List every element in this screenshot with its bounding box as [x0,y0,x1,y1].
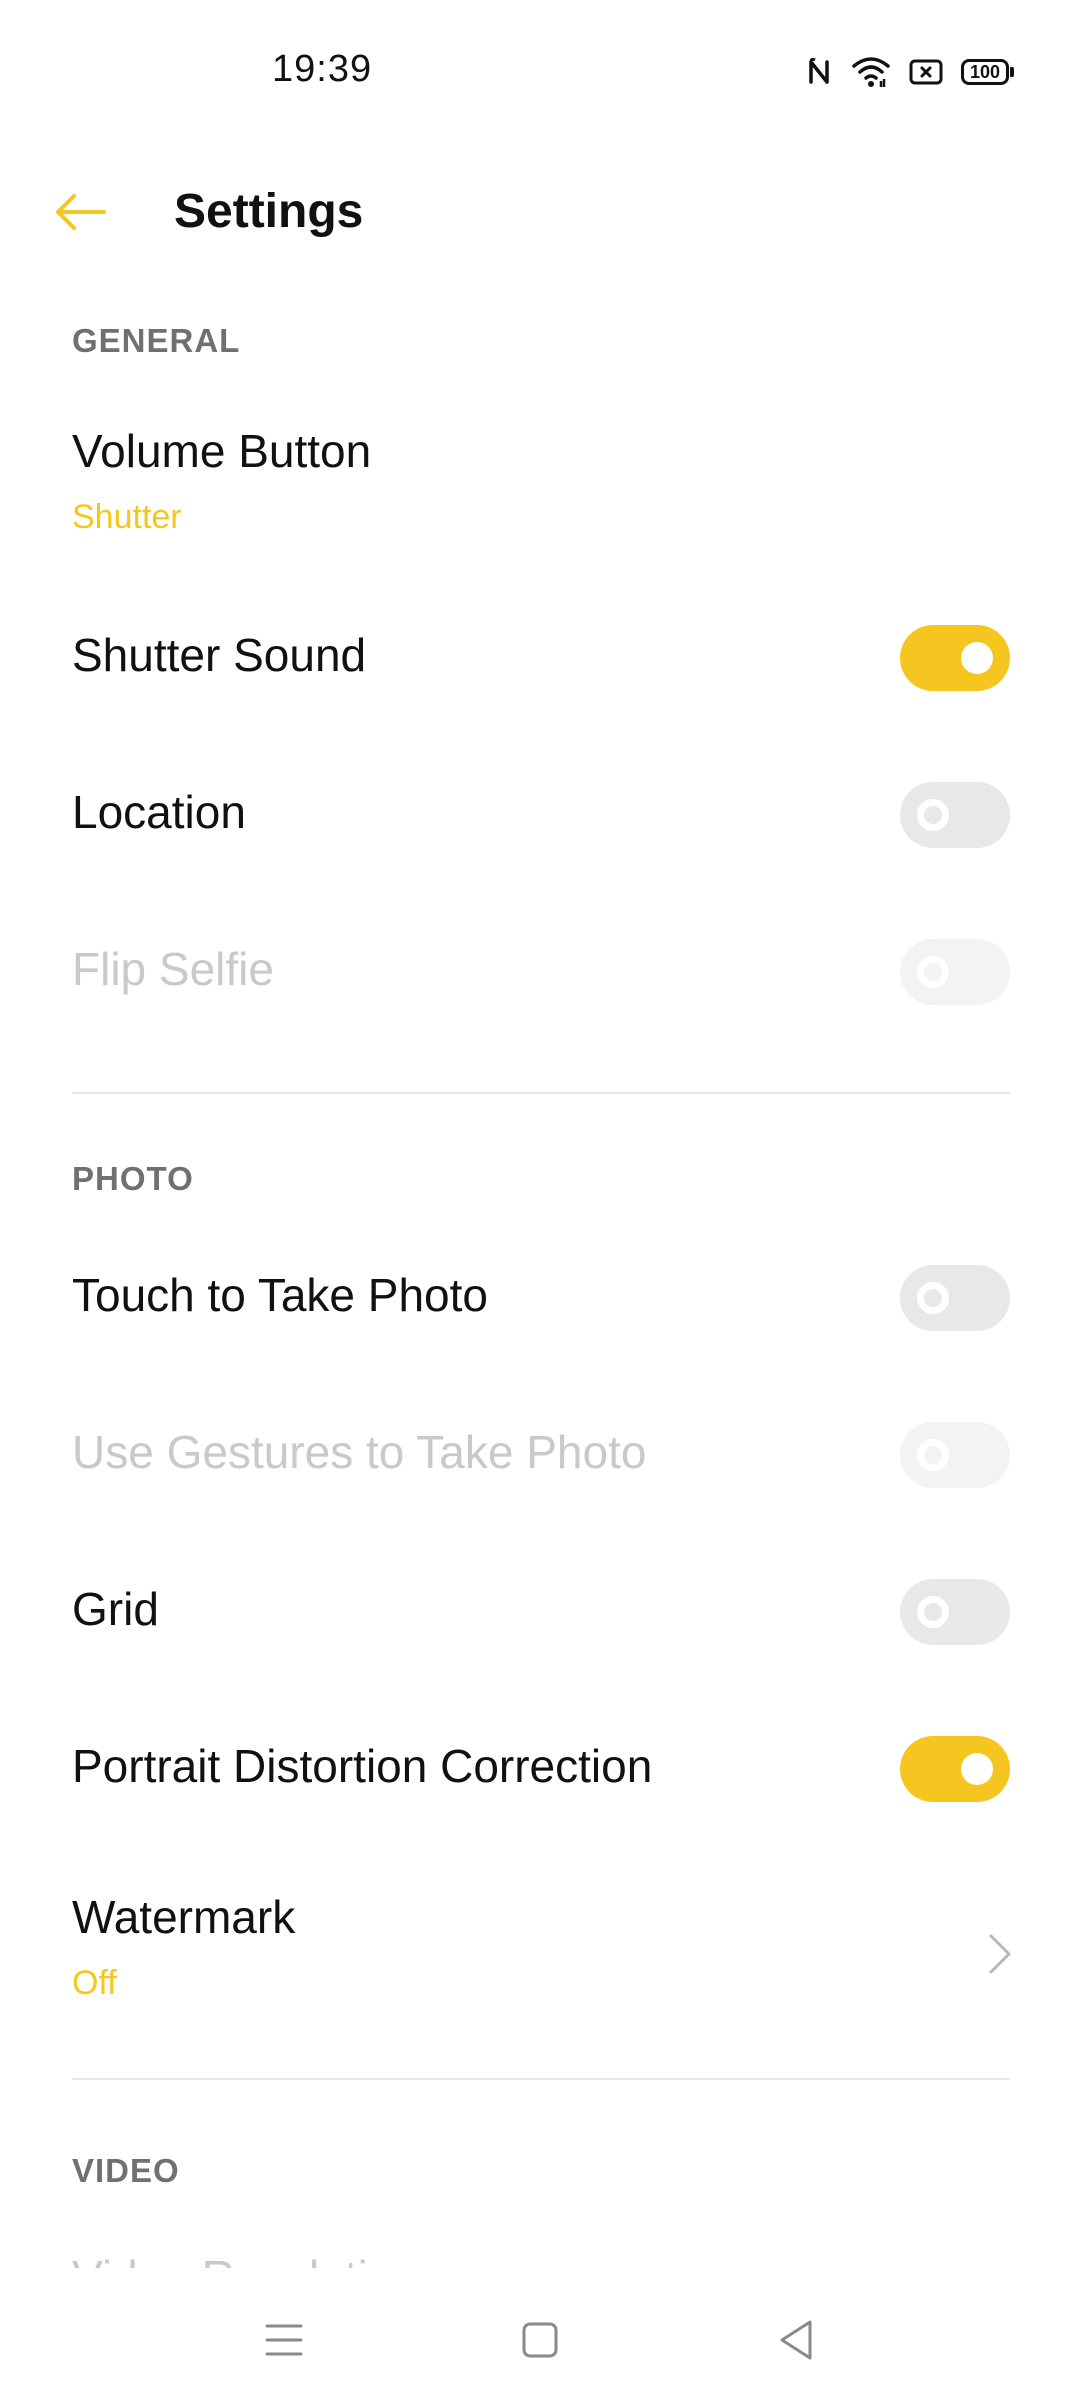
app-header: Settings [0,160,1080,264]
home-icon [522,2322,558,2358]
setting-title: Video Resolution [72,2250,672,2268]
setting-portrait-distortion-correction[interactable]: Portrait Distortion Correction [0,1721,1080,1821]
home-button[interactable] [500,2310,580,2370]
setting-watermark[interactable]: Watermark Off [0,1880,1080,2030]
setting-use-gestures: Use Gestures to Take Photo [0,1407,1080,1507]
setting-value: Off [72,1964,117,2002]
status-time: 19:39 [272,48,373,90]
chevron-right-icon [980,1924,1020,1984]
setting-grid[interactable]: Grid [0,1564,1080,1664]
setting-flip-selfie: Flip Selfie [0,924,1080,1024]
setting-title: Watermark [72,1891,296,1943]
arrow-left-icon [56,194,106,230]
setting-touch-to-take-photo[interactable]: Touch to Take Photo [0,1250,1080,1350]
touch-to-take-photo-toggle[interactable] [900,1265,1010,1331]
section-header-video: VIDEO [72,2152,180,2189]
setting-title: Location [72,786,246,838]
setting-title: Shutter Sound [72,629,367,681]
sim-error-icon [909,58,943,86]
portrait-distortion-toggle[interactable] [900,1736,1010,1802]
setting-title: Portrait Distortion Correction [72,1740,653,1792]
grid-toggle[interactable] [900,1579,1010,1645]
flip-selfie-toggle [900,939,1010,1005]
setting-shutter-sound[interactable]: Shutter Sound [0,610,1080,710]
setting-title: Use Gestures to Take Photo [72,1426,647,1478]
back-button[interactable] [52,182,132,242]
navigation-bar [0,2280,1080,2400]
section-header-general: GENERAL [72,322,241,359]
status-bar: 19:39 100 [0,0,1080,140]
menu-icon [265,2324,303,2356]
section-header-photo: PHOTO [72,1160,194,1197]
divider [72,1092,1010,1094]
back-triangle-icon [780,2320,812,2360]
nfc-icon [807,56,833,88]
battery-icon: 100 [961,59,1014,85]
back-nav-button[interactable] [756,2310,836,2370]
status-icons: 100 [807,52,1014,92]
recent-apps-button[interactable] [244,2310,324,2370]
page-title: Settings [174,185,364,238]
setting-title: Touch to Take Photo [72,1269,488,1321]
divider [72,2078,1010,2080]
wifi-icon [851,55,891,89]
setting-location[interactable]: Location [0,767,1080,867]
setting-title: Grid [72,1583,159,1635]
setting-video-resolution[interactable]: Video Resolution [72,2244,672,2268]
battery-level: 100 [961,59,1009,85]
setting-title: Flip Selfie [72,943,274,995]
setting-value: Shutter [72,498,182,536]
shutter-sound-toggle[interactable] [900,625,1010,691]
use-gestures-toggle [900,1422,1010,1488]
setting-volume-button[interactable]: Volume Button Shutter [0,410,1080,560]
setting-title: Volume Button [72,425,372,477]
location-toggle[interactable] [900,782,1010,848]
